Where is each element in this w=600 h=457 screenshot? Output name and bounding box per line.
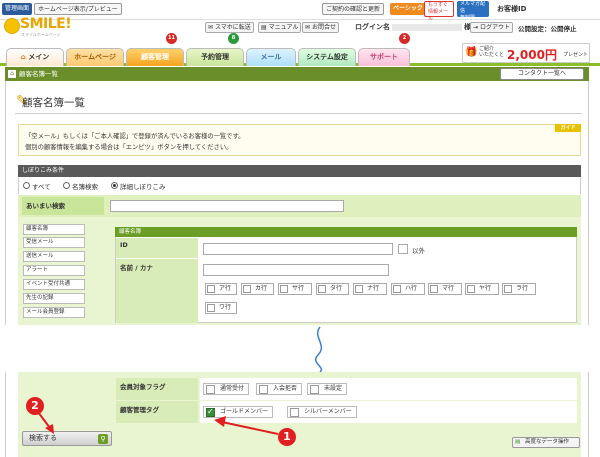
annotation-arrows <box>37 411 279 435</box>
annotation-marker-1: 1 <box>278 428 296 446</box>
annotation-marker-2: 2 <box>26 397 44 415</box>
